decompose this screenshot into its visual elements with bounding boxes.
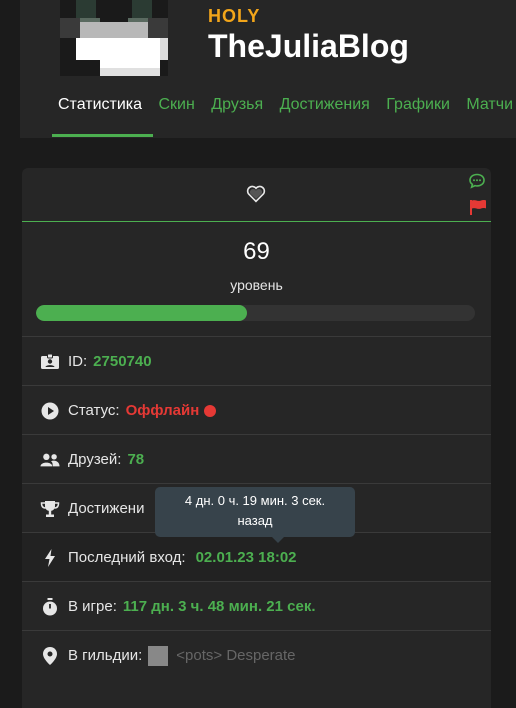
trophy-icon xyxy=(40,500,60,518)
tab-friends[interactable]: Друзья xyxy=(211,96,263,114)
level-value: 69 xyxy=(243,238,270,265)
last-login-label: Последний вход: xyxy=(68,549,186,566)
last-login-value[interactable]: 02.01.23 18:02 xyxy=(196,549,297,566)
playtime-value: 117 дн. 3 ч. 48 мин. 21 сек. xyxy=(122,598,316,615)
bolt-icon xyxy=(40,548,60,567)
stat-row-guild: В гильдии: <pots> Desperate xyxy=(22,630,491,680)
last-login-tooltip: 4 дн. 0 ч. 19 мин. 3 сек. назад xyxy=(155,487,355,537)
report-flag-icon[interactable] xyxy=(469,199,487,215)
stat-row-friends: Друзей: 78 xyxy=(22,434,491,484)
friends-value[interactable]: 78 xyxy=(127,451,144,468)
friends-label: Друзей: xyxy=(68,451,122,468)
stat-row-status: Статус: Оффлайн xyxy=(22,385,491,435)
stats-card: 69 уровень ID: 2750740 Статус: Оффлайн Д… xyxy=(22,168,491,708)
map-marker-icon xyxy=(40,646,60,665)
level-label: уровень xyxy=(230,277,283,293)
tab-achievements[interactable]: Достижения xyxy=(280,96,370,114)
tab-bar: Статистика Скин Друзья Достижения График… xyxy=(58,96,516,114)
status-value: Оффлайн xyxy=(125,402,200,419)
play-circle-icon xyxy=(40,402,60,420)
stat-row-playtime: В игре: 117 дн. 3 ч. 48 мин. 21 сек. xyxy=(22,581,491,631)
guild-name-link[interactable]: <pots> Desperate xyxy=(176,647,295,664)
achievements-label: Достижени xyxy=(68,500,145,517)
guild-avatar xyxy=(148,645,169,666)
offline-dot-icon xyxy=(204,404,217,417)
guild-label: В гильдии: xyxy=(68,647,143,664)
active-tab-indicator xyxy=(52,134,153,137)
guild-tag: HOLY xyxy=(208,6,261,26)
tab-skin[interactable]: Скин xyxy=(158,96,194,114)
id-card-icon xyxy=(40,353,60,371)
id-label: ID: xyxy=(68,353,88,370)
tooltip-arrow xyxy=(272,537,284,543)
id-value: 2750740 xyxy=(93,353,152,370)
tab-matches[interactable]: Матчи xyxy=(466,96,513,114)
level-progress-bar xyxy=(36,305,475,321)
username: TheJuliaBlog xyxy=(208,28,409,64)
tab-statistics[interactable]: Статистика xyxy=(58,96,142,114)
playtime-label: В игре: xyxy=(68,598,117,615)
avatar xyxy=(40,0,188,76)
tooltip-line-1: 4 дн. 0 ч. 19 мин. 3 сек. xyxy=(184,493,326,508)
level-progress-fill xyxy=(36,305,247,321)
status-label: Статус: xyxy=(68,402,120,419)
card-toolbar xyxy=(22,168,491,222)
chat-icon[interactable] xyxy=(469,173,485,189)
profile-header: HOLY TheJuliaBlog Статистика Скин Друзья… xyxy=(20,0,516,138)
tab-graphs[interactable]: Графики xyxy=(386,96,450,114)
stat-row-id: ID: 2750740 xyxy=(22,336,491,386)
heart-icon[interactable] xyxy=(246,185,266,203)
tooltip-line-2: назад xyxy=(237,513,273,528)
stat-row-last-login: Последний вход: 02.01.23 18:02 xyxy=(22,532,491,582)
users-icon xyxy=(40,451,60,469)
stopwatch-icon xyxy=(40,597,60,616)
